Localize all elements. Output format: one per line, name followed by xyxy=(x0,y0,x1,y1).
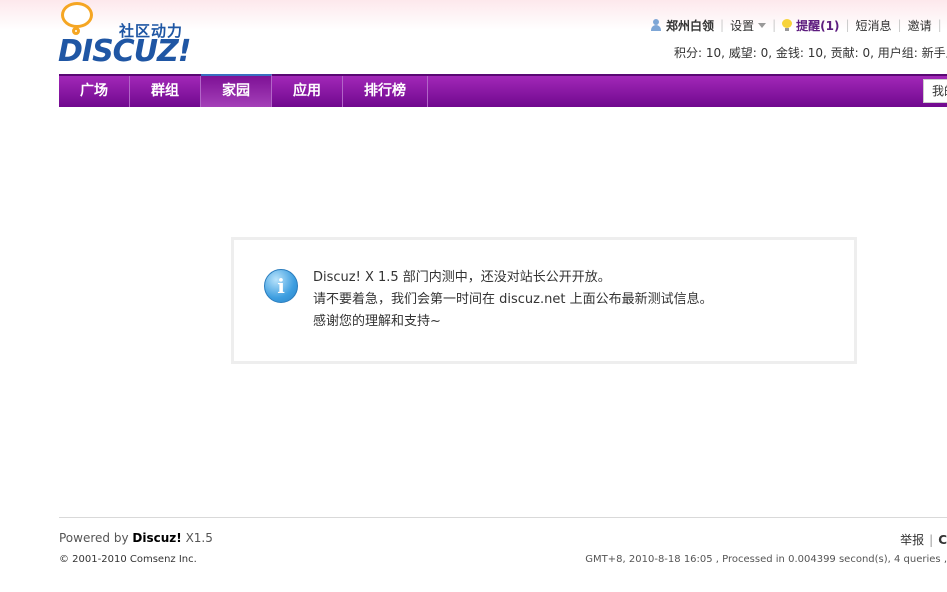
divider: | xyxy=(897,18,902,32)
main-nav: 广场 群组 家园 应用 排行榜 我的 xyxy=(59,74,947,107)
nav-item-groups[interactable]: 群组 xyxy=(130,76,201,107)
messages-link[interactable]: 短消息 xyxy=(856,17,892,34)
powered-brand-link[interactable]: Discuz! xyxy=(132,531,181,545)
divider: | xyxy=(929,533,934,547)
footer-links: 举报 | C xyxy=(900,531,947,548)
report-link[interactable]: 举报 xyxy=(900,533,924,547)
chevron-down-icon[interactable] xyxy=(758,22,767,28)
nav-item-apps[interactable]: 应用 xyxy=(272,76,343,107)
notice-text: Discuz! X 1.5 部门内测中，还没对站长公开开放。 请不要着急，我们会… xyxy=(313,267,713,333)
settings-link[interactable]: 设置 xyxy=(730,17,754,34)
notice-line: Discuz! X 1.5 部门内测中，还没对站长公开开放。 xyxy=(313,270,611,285)
notice-box: i Discuz! X 1.5 部门内测中，还没对站长公开开放。 请不要着急，我… xyxy=(231,237,857,364)
divider: | xyxy=(845,18,850,32)
nav-item-home[interactable]: 家园 xyxy=(201,74,272,107)
logo-bubble-icon xyxy=(61,2,93,28)
server-info: GMT+8, 2010-8-18 16:05 , Processed in 0.… xyxy=(585,554,947,565)
user-credits[interactable]: 积分: 10, 威望: 0, 金钱: 10, 贡献: 0, 用户组: 新手上路 xyxy=(674,44,947,61)
notice-line: 请不要着急，我们会第一时间在 discuz.net 上面公布最新测试信息。 xyxy=(313,292,713,307)
notice-line: 感谢您的理解和支持~ xyxy=(313,314,441,329)
powered-version: X1.5 xyxy=(185,531,213,545)
divider: | xyxy=(772,18,777,32)
divider: | xyxy=(937,18,942,32)
site-logo[interactable]: 社区动力 DISCUZ! xyxy=(58,0,198,70)
lightbulb-icon xyxy=(782,19,793,31)
invite-link[interactable]: 邀请 xyxy=(908,17,932,34)
divider: | xyxy=(720,18,725,32)
powered-by: Powered by Discuz! X1.5 xyxy=(59,531,213,545)
user-bar: 郑州白领 | 设置 | 提醒(1) | 短消息 | 邀请 | 退 xyxy=(650,14,947,36)
footer-divider xyxy=(59,517,947,518)
user-icon xyxy=(650,19,662,31)
logo-name: DISCUZ! xyxy=(58,34,191,69)
copyright: © 2001-2010 Comsenz Inc. xyxy=(59,554,197,565)
info-icon: i xyxy=(264,269,298,303)
footer-more-link[interactable]: C xyxy=(938,533,947,547)
nav-item-ranking[interactable]: 排行榜 xyxy=(343,76,428,107)
powered-prefix: Powered by xyxy=(59,531,129,545)
remind-link[interactable]: 提醒(1) xyxy=(796,17,839,34)
my-menu-button[interactable]: 我的 xyxy=(923,79,947,103)
username-link[interactable]: 郑州白领 xyxy=(666,17,714,34)
nav-item-plaza[interactable]: 广场 xyxy=(59,76,130,107)
